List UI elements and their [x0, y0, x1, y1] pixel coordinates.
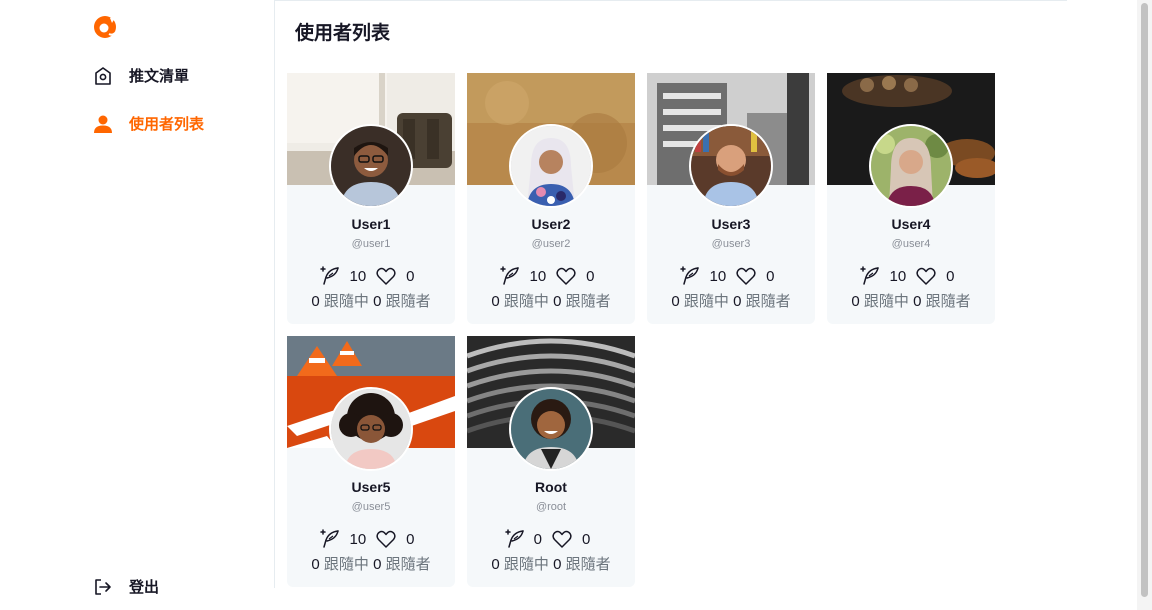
following-count: 0 — [671, 293, 680, 310]
user-stats: 10 0 — [287, 528, 455, 550]
user-stats: 10 0 — [287, 265, 455, 287]
follow-stats: 0 跟隨中 0 跟隨者 — [287, 290, 455, 311]
home-icon — [93, 66, 113, 86]
follower-label: 跟隨者 — [925, 293, 971, 310]
user-card[interactable]: User5 @user5 10 0 0 跟隨中 0 跟隨者 — [287, 336, 455, 587]
tweet-count-icon — [858, 265, 880, 287]
follower-count: 0 — [373, 293, 382, 310]
logout-button[interactable]: 登出 — [93, 576, 159, 597]
following-count: 0 — [491, 556, 500, 573]
scrollbar-thumb[interactable] — [1141, 3, 1148, 597]
page-title: 使用者列表 — [295, 23, 391, 44]
like-count: 0 — [582, 530, 591, 548]
user-card[interactable]: Root @root 0 0 0 跟隨中 0 跟隨者 — [467, 336, 635, 587]
follow-stats: 0 跟隨中 0 跟隨者 — [467, 290, 635, 311]
follow-stats: 0 跟隨中 0 跟隨者 — [647, 290, 815, 311]
following-label: 跟隨中 — [503, 556, 549, 573]
sidebar-item-label: 推文清單 — [129, 68, 190, 85]
user-account: @user4 — [891, 238, 931, 250]
logout-label: 登出 — [129, 579, 160, 596]
user-stats: 10 0 — [467, 265, 635, 287]
follower-count: 0 — [373, 556, 382, 573]
following-label: 跟隨中 — [683, 293, 729, 310]
sidebar-divider — [274, 0, 275, 588]
avatar[interactable] — [869, 124, 953, 208]
user-stats: 0 0 — [467, 528, 635, 550]
tweet-count-icon — [678, 265, 700, 287]
user-stats: 10 0 — [827, 265, 995, 287]
follow-stats: 0 跟隨中 0 跟隨者 — [467, 553, 635, 574]
tweet-count: 10 — [349, 530, 367, 548]
user-stats: 10 0 — [647, 265, 815, 287]
like-count: 0 — [946, 267, 955, 285]
tweet-count-icon — [318, 265, 340, 287]
tweet-count: 0 — [533, 530, 542, 548]
user-icon — [93, 114, 113, 134]
follower-count: 0 — [733, 293, 742, 310]
header-divider — [275, 0, 1067, 1]
following-count: 0 — [851, 293, 860, 310]
follower-count: 0 — [553, 556, 562, 573]
user-card[interactable]: User3 @user3 10 0 0 跟隨中 0 跟隨者 — [647, 73, 815, 324]
following-count: 0 — [491, 293, 500, 310]
following-count: 0 — [311, 293, 320, 310]
avatar[interactable] — [509, 124, 593, 208]
follow-stats: 0 跟隨中 0 跟隨者 — [287, 553, 455, 574]
heart-icon — [551, 528, 573, 550]
like-count: 0 — [766, 267, 775, 285]
tweet-count: 10 — [709, 267, 727, 285]
like-count: 0 — [586, 267, 595, 285]
following-label: 跟隨中 — [323, 556, 369, 573]
user-account: @user2 — [531, 238, 571, 250]
following-label: 跟隨中 — [323, 293, 369, 310]
user-card[interactable]: User1 @user1 10 0 0 跟隨中 0 跟隨者 — [287, 73, 455, 324]
heart-icon — [555, 265, 577, 287]
sidebar-item-users[interactable]: 使用者列表 — [93, 113, 204, 134]
avatar[interactable] — [509, 387, 593, 471]
tweet-count-icon — [503, 528, 525, 550]
follower-label: 跟隨者 — [745, 293, 791, 310]
tweet-count: 10 — [889, 267, 907, 285]
following-label: 跟隨中 — [503, 293, 549, 310]
user-name: Root — [535, 479, 567, 495]
user-name: User3 — [711, 216, 751, 232]
like-count: 0 — [406, 530, 415, 548]
following-count: 0 — [311, 556, 320, 573]
user-card[interactable]: User4 @user4 10 0 0 跟隨中 0 跟隨者 — [827, 73, 995, 324]
like-count: 0 — [406, 267, 415, 285]
user-account: @root — [535, 501, 567, 513]
sidebar-item-label: 使用者列表 — [129, 116, 205, 133]
follower-label: 跟隨者 — [385, 556, 431, 573]
heart-icon — [375, 528, 397, 550]
avatar[interactable] — [329, 387, 413, 471]
user-name: User5 — [351, 479, 391, 495]
user-account: @user1 — [351, 238, 391, 250]
user-name: User2 — [531, 216, 571, 232]
avatar[interactable] — [329, 124, 413, 208]
user-card[interactable]: User2 @user2 10 0 0 跟隨中 0 跟隨者 — [467, 73, 635, 324]
avatar[interactable] — [689, 124, 773, 208]
user-account: @user3 — [711, 238, 751, 250]
tweet-count-icon — [318, 528, 340, 550]
tweet-count: 10 — [529, 267, 547, 285]
follower-label: 跟隨者 — [565, 556, 611, 573]
following-label: 跟隨中 — [863, 293, 909, 310]
follow-stats: 0 跟隨中 0 跟隨者 — [827, 290, 995, 311]
follower-label: 跟隨者 — [565, 293, 611, 310]
user-account: @user5 — [351, 501, 391, 513]
sidebar-item-tweets[interactable]: 推文清單 — [93, 65, 189, 86]
heart-icon — [375, 265, 397, 287]
follower-count: 0 — [913, 293, 922, 310]
tweet-count: 10 — [349, 267, 367, 285]
tweet-count-icon — [498, 265, 520, 287]
logo-icon[interactable] — [93, 14, 119, 40]
heart-icon — [735, 265, 757, 287]
user-name: User4 — [891, 216, 931, 232]
follower-count: 0 — [553, 293, 562, 310]
sidebar: 推文清單 使用者列表 登出 — [0, 0, 274, 610]
logout-icon — [93, 577, 113, 597]
user-name: User1 — [351, 216, 391, 232]
heart-icon — [915, 265, 937, 287]
follower-label: 跟隨者 — [385, 293, 431, 310]
